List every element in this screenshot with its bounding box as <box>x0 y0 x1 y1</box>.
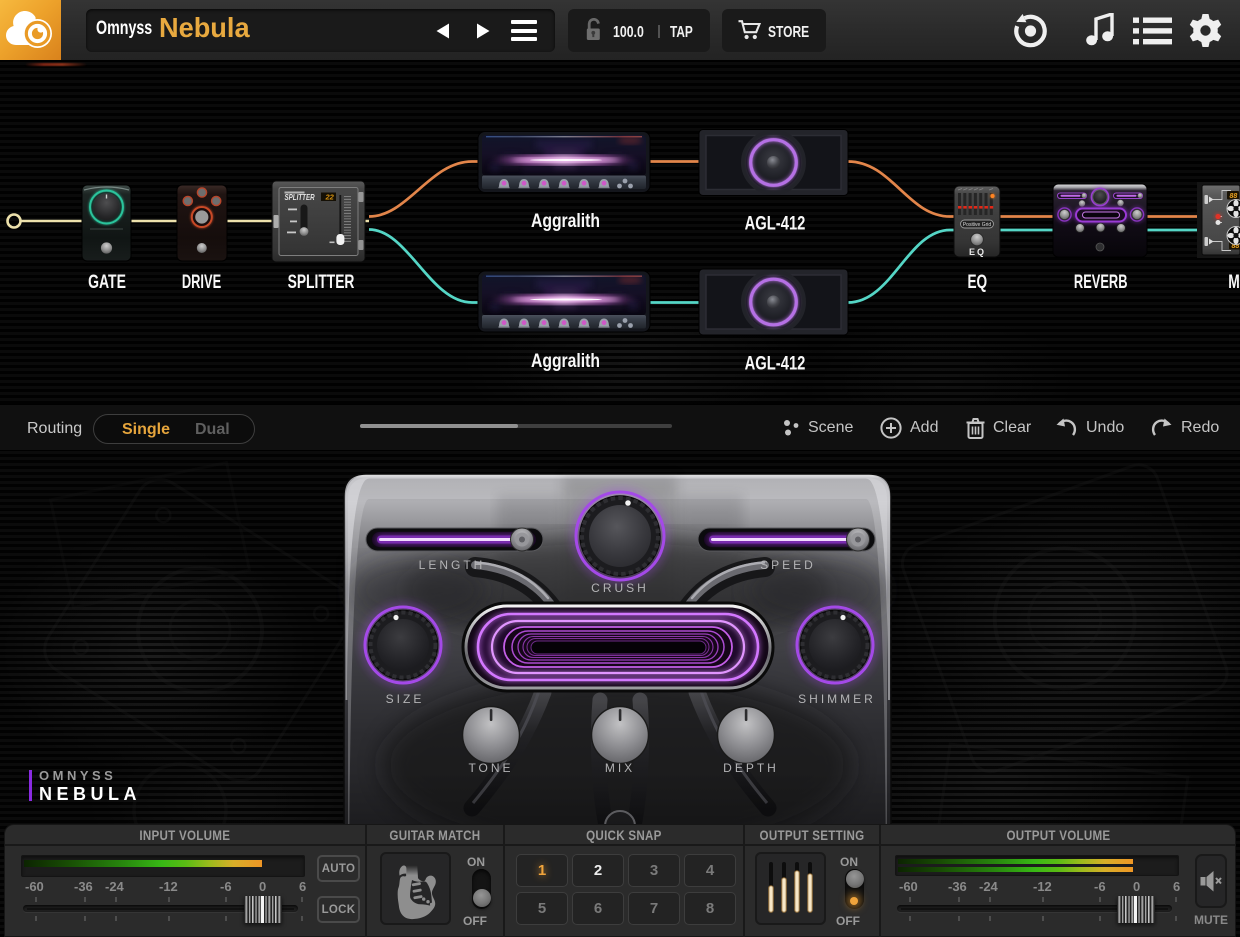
svg-text:GATE: GATE <box>88 271 126 293</box>
svg-text:SHIMMER: SHIMMER <box>798 692 876 706</box>
svg-text:SPLITTER: SPLITTER <box>285 193 316 202</box>
svg-text:88: 88 <box>1230 193 1238 200</box>
svg-text:SPEED: SPEED <box>760 558 816 572</box>
svg-text:SPLITTER: SPLITTER <box>288 271 355 293</box>
svg-text:DRIVE: DRIVE <box>182 272 221 293</box>
svg-text:22: 22 <box>325 193 335 202</box>
svg-text:Positive Grid: Positive Grid <box>963 222 992 228</box>
svg-text:EQ: EQ <box>969 247 986 257</box>
svg-text:AGL-412: AGL-412 <box>745 212 806 234</box>
svg-text:LENGTH: LENGTH <box>419 558 486 572</box>
svg-text:AGL-412: AGL-412 <box>745 352 806 374</box>
svg-text:Aggralith: Aggralith <box>531 350 600 372</box>
svg-text:REVERB: REVERB <box>1074 272 1128 293</box>
svg-text:EQ: EQ <box>967 271 987 293</box>
svg-text:M: M <box>1228 271 1240 293</box>
svg-text:Aggralith: Aggralith <box>531 210 600 232</box>
svg-text:CRUSH: CRUSH <box>591 581 649 595</box>
svg-text:SIZE: SIZE <box>386 692 425 706</box>
